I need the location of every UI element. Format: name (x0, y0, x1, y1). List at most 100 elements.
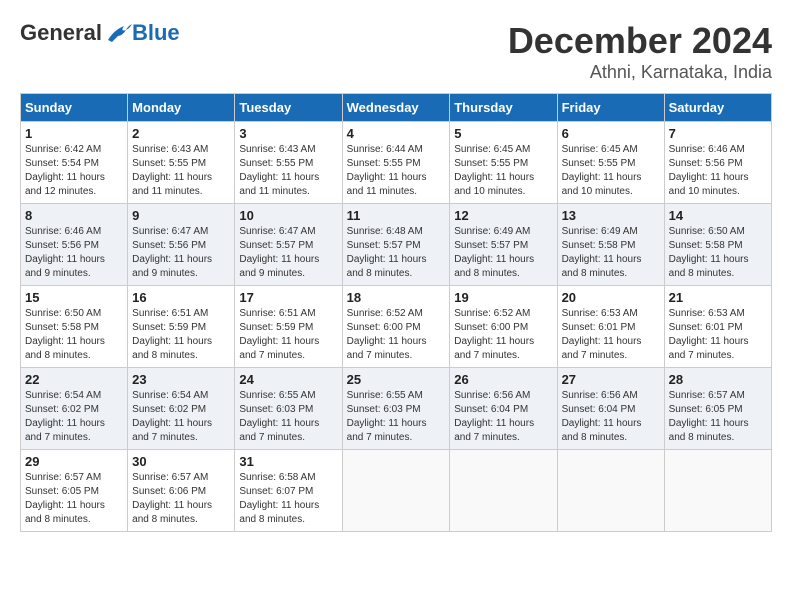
calendar-cell: 25Sunrise: 6:55 AMSunset: 6:03 PMDayligh… (342, 368, 450, 450)
day-number: 15 (25, 290, 123, 305)
day-number: 5 (454, 126, 552, 141)
title-block: December 2024 Athni, Karnataka, India (508, 20, 772, 83)
day-info: Sunrise: 6:42 AMSunset: 5:54 PMDaylight:… (25, 143, 123, 199)
page-header: General Blue December 2024 Athni, Karnat… (20, 20, 772, 83)
calendar-cell (342, 450, 450, 532)
calendar-cell: 8 Sunrise: 6:46 AMSunset: 5:56 PMDaylight… (21, 204, 128, 286)
day-number: 9 (132, 208, 230, 223)
day-info: Sunrise: 6:49 AMSunset: 5:58 PMDaylight:… (562, 225, 660, 281)
calendar-cell: 9 Sunrise: 6:47 AMSunset: 5:56 PMDaylight… (128, 204, 235, 286)
day-info: Sunrise: 6:50 AMSunset: 5:58 PMDaylight:… (25, 307, 123, 363)
day-number: 1 (25, 126, 123, 141)
day-info: Sunrise: 6:47 AMSunset: 5:57 PMDaylight:… (239, 225, 337, 281)
calendar-cell: 26 Sunrise: 6:56 AMSunset: 6:04 PMDayligh… (450, 368, 557, 450)
day-number: 19 (454, 290, 552, 305)
calendar-cell: 4 Sunrise: 6:44 AMSunset: 5:55 PMDaylight… (342, 122, 450, 204)
calendar-cell: 6Sunrise: 6:45 AMSunset: 5:55 PMDaylight… (557, 122, 664, 204)
day-info: Sunrise: 6:57 AMSunset: 6:06 PMDaylight:… (132, 471, 230, 527)
col-header-friday: Friday (557, 94, 664, 122)
calendar-cell: 2 Sunrise: 6:43 AMSunset: 5:55 PMDaylight… (128, 122, 235, 204)
day-info: Sunrise: 6:47 AMSunset: 5:56 PMDaylight:… (132, 225, 230, 281)
day-info: Sunrise: 6:44 AMSunset: 5:55 PMDaylight:… (347, 143, 446, 199)
day-number: 12 (454, 208, 552, 223)
day-info: Sunrise: 6:56 AMSunset: 6:04 PMDaylight:… (454, 389, 552, 445)
day-number: 2 (132, 126, 230, 141)
day-number: 8 (25, 208, 123, 223)
day-info: Sunrise: 6:55 AMSunset: 6:03 PMDaylight:… (239, 389, 337, 445)
day-info: Sunrise: 6:51 AMSunset: 5:59 PMDaylight:… (239, 307, 337, 363)
calendar-cell: 27 Sunrise: 6:56 AMSunset: 6:04 PMDayligh… (557, 368, 664, 450)
calendar-week-row: 29 Sunrise: 6:57 AMSunset: 6:05 PMDayligh… (21, 450, 772, 532)
calendar-cell: 15 Sunrise: 6:50 AMSunset: 5:58 PMDayligh… (21, 286, 128, 368)
calendar-cell: 30 Sunrise: 6:57 AMSunset: 6:06 PMDayligh… (128, 450, 235, 532)
col-header-sunday: Sunday (21, 94, 128, 122)
day-info: Sunrise: 6:58 AMSunset: 6:07 PMDaylight:… (239, 471, 337, 527)
day-number: 21 (669, 290, 767, 305)
day-number: 7 (669, 126, 767, 141)
calendar-cell: 23 Sunrise: 6:54 AMSunset: 6:02 PMDayligh… (128, 368, 235, 450)
day-info: Sunrise: 6:45 AMSunset: 5:55 PMDaylight:… (454, 143, 552, 199)
day-number: 31 (239, 454, 337, 469)
calendar-cell: 14 Sunrise: 6:50 AMSunset: 5:58 PMDayligh… (664, 204, 771, 286)
calendar-cell: 19 Sunrise: 6:52 AMSunset: 6:00 PMDayligh… (450, 286, 557, 368)
logo: General Blue (20, 20, 180, 46)
day-info: Sunrise: 6:46 AMSunset: 5:56 PMDaylight:… (25, 225, 123, 281)
calendar-week-row: 15 Sunrise: 6:50 AMSunset: 5:58 PMDayligh… (21, 286, 772, 368)
day-info: Sunrise: 6:52 AMSunset: 6:00 PMDaylight:… (347, 307, 446, 363)
calendar-cell: 3 Sunrise: 6:43 AMSunset: 5:55 PMDaylight… (235, 122, 342, 204)
day-info: Sunrise: 6:49 AMSunset: 5:57 PMDaylight:… (454, 225, 552, 281)
calendar-cell (664, 450, 771, 532)
calendar-cell: 17 Sunrise: 6:51 AMSunset: 5:59 PMDayligh… (235, 286, 342, 368)
day-info: Sunrise: 6:45 AMSunset: 5:55 PMDaylight:… (562, 143, 660, 199)
calendar-cell: 18 Sunrise: 6:52 AMSunset: 6:00 PMDayligh… (342, 286, 450, 368)
logo-bird-icon (104, 22, 132, 44)
day-number: 3 (239, 126, 337, 141)
day-number: 29 (25, 454, 123, 469)
day-info: Sunrise: 6:50 AMSunset: 5:58 PMDaylight:… (669, 225, 767, 281)
day-info: Sunrise: 6:54 AMSunset: 6:02 PMDaylight:… (25, 389, 123, 445)
calendar-cell: 13 Sunrise: 6:49 AMSunset: 5:58 PMDayligh… (557, 204, 664, 286)
day-number: 28 (669, 372, 767, 387)
day-number: 26 (454, 372, 552, 387)
day-info: Sunrise: 6:43 AMSunset: 5:55 PMDaylight:… (239, 143, 337, 199)
day-number: 30 (132, 454, 230, 469)
calendar-cell: 7 Sunrise: 6:46 AMSunset: 5:56 PMDaylight… (664, 122, 771, 204)
calendar-cell (450, 450, 557, 532)
day-info: Sunrise: 6:57 AMSunset: 6:05 PMDaylight:… (25, 471, 123, 527)
day-number: 24 (239, 372, 337, 387)
day-info: Sunrise: 6:43 AMSunset: 5:55 PMDaylight:… (132, 143, 230, 199)
day-number: 18 (347, 290, 446, 305)
calendar-cell: 24 Sunrise: 6:55 AMSunset: 6:03 PMDayligh… (235, 368, 342, 450)
logo-blue-text: Blue (132, 20, 180, 46)
day-number: 20 (562, 290, 660, 305)
day-info: Sunrise: 6:53 AMSunset: 6:01 PMDaylight:… (669, 307, 767, 363)
day-info: Sunrise: 6:57 AMSunset: 6:05 PMDaylight:… (669, 389, 767, 445)
calendar-cell: 22 Sunrise: 6:54 AMSunset: 6:02 PMDayligh… (21, 368, 128, 450)
calendar-cell: 11Sunrise: 6:48 AMSunset: 5:57 PMDayligh… (342, 204, 450, 286)
day-number: 4 (347, 126, 446, 141)
calendar-cell: 31 Sunrise: 6:58 AMSunset: 6:07 PMDayligh… (235, 450, 342, 532)
day-info: Sunrise: 6:54 AMSunset: 6:02 PMDaylight:… (132, 389, 230, 445)
day-number: 14 (669, 208, 767, 223)
day-number: 22 (25, 372, 123, 387)
calendar-cell (557, 450, 664, 532)
logo-general-text: General (20, 20, 102, 46)
col-header-saturday: Saturday (664, 94, 771, 122)
day-number: 25 (347, 372, 446, 387)
day-info: Sunrise: 6:56 AMSunset: 6:04 PMDaylight:… (562, 389, 660, 445)
day-number: 23 (132, 372, 230, 387)
col-header-tuesday: Tuesday (235, 94, 342, 122)
day-number: 17 (239, 290, 337, 305)
calendar-cell: 29 Sunrise: 6:57 AMSunset: 6:05 PMDayligh… (21, 450, 128, 532)
calendar-cell: 5 Sunrise: 6:45 AMSunset: 5:55 PMDaylight… (450, 122, 557, 204)
day-number: 16 (132, 290, 230, 305)
calendar-week-row: 8 Sunrise: 6:46 AMSunset: 5:56 PMDaylight… (21, 204, 772, 286)
day-number: 13 (562, 208, 660, 223)
day-info: Sunrise: 6:52 AMSunset: 6:00 PMDaylight:… (454, 307, 552, 363)
calendar-week-row: 22 Sunrise: 6:54 AMSunset: 6:02 PMDayligh… (21, 368, 772, 450)
calendar-cell: 12 Sunrise: 6:49 AMSunset: 5:57 PMDayligh… (450, 204, 557, 286)
location-subtitle: Athni, Karnataka, India (508, 62, 772, 83)
calendar-cell: 16Sunrise: 6:51 AMSunset: 5:59 PMDayligh… (128, 286, 235, 368)
day-info: Sunrise: 6:46 AMSunset: 5:56 PMDaylight:… (669, 143, 767, 199)
day-number: 27 (562, 372, 660, 387)
